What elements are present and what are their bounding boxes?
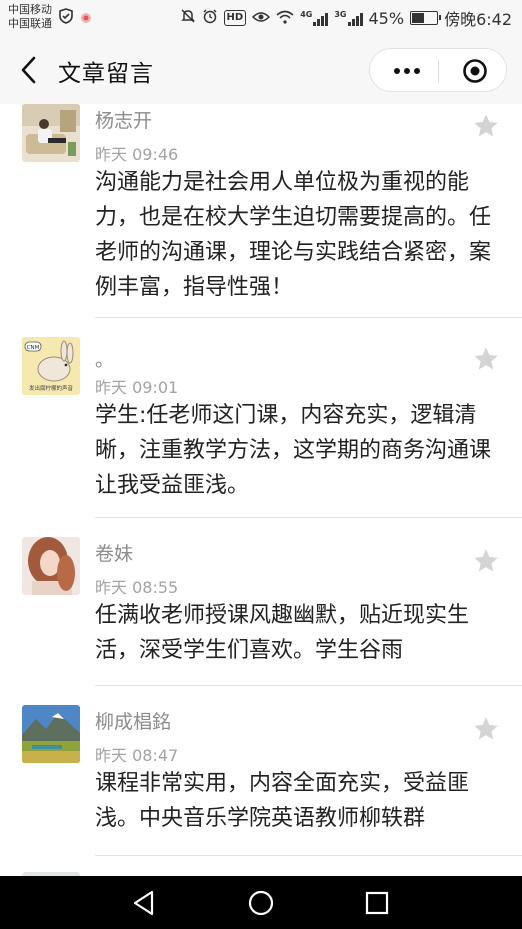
signal-icon-3g: 3G [334,10,363,26]
star-icon[interactable] [472,345,500,373]
carrier-2: 中国联通 [8,17,52,30]
star-icon[interactable] [472,715,500,743]
hd-icon: HD [223,10,247,26]
comment-item: 杨志开 昨天 09:46 沟通能力是社会用人单位极为重视的能力，也是在校大学生迫… [0,104,522,318]
more-dots-icon[interactable] [390,59,424,83]
comment-item: CNM 发出腐柠檬的声音 。 昨天 09:01 学生:任老师这门课，内容充实，逻… [0,337,522,519]
signal-icon-4g: 4G [300,10,329,26]
girl-portrait-avatar[interactable] [22,537,80,595]
capsule-divider [438,59,439,83]
star-icon[interactable] [472,112,500,140]
avatar-badge-text: CNM [27,345,40,351]
star-icon[interactable] [472,547,500,575]
comment-time: 昨天 09:01 [95,378,179,397]
divider [95,855,522,856]
square-recents-icon[interactable] [363,889,391,917]
mute-icon [180,8,196,28]
notification-icon [80,9,92,28]
comment-content: 课程非常实用，内容全面充实，受益匪浅。中央音乐学院英语教师柳轶群 [95,771,470,831]
comment-item: 卷妹 昨天 08:55 任满收老师授课风趣幽默，贴近现实生活，深受学生们喜欢。学… [0,537,522,687]
title-bar: 文章留言 [0,36,522,104]
target-icon[interactable] [462,58,488,84]
comment-time: 昨天 08:55 [95,578,179,597]
chevron-left-icon[interactable] [14,52,44,88]
battery-fill [412,13,424,23]
divider [95,685,522,686]
comment-content: 任满收老师授课风趣幽默，贴近现实生活，深受学生们喜欢。学生谷雨 [95,603,470,663]
circle-home-icon[interactable] [247,889,275,917]
carrier-info: 中国移动 中国联通 [8,3,52,31]
wifi-icon [276,9,294,28]
divider [95,317,522,318]
comment-nickname: 杨志开 [95,110,153,132]
system-navigation-bar [0,876,522,929]
network-4g-label: 4G [300,10,313,19]
status-bar: 中国移动 中国联通 HD 4G 3G 45% 傍晚6:42 [0,0,522,36]
landscape-avatar[interactable] [22,705,80,763]
comment-content: 学生:任老师这门课，内容充实，逻辑清晰，注重教学方法，这学期的商务沟通课让我受益… [95,403,492,498]
avatar-caption-text: 发出腐柠檬的声音 [29,384,74,392]
eye-icon [252,9,271,28]
comment-time: 昨天 08:47 [95,746,179,765]
alarm-icon [202,8,218,28]
comment-nickname: 柳成椙銘 [95,711,172,733]
comment-content: 沟通能力是社会用人单位极为重视的能力，也是在校大学生迫切需要提高的。任老师的沟通… [95,170,492,300]
battery-percent: 45% [368,8,405,28]
comment-nickname: 卷妹 [95,543,134,565]
rabbit-avatar[interactable]: CNM 发出腐柠檬的声音 [22,337,80,395]
person-reading-avatar[interactable] [22,104,80,162]
divider [95,517,522,518]
mini-program-capsule [369,48,507,92]
status-right-icons: HD 4G 3G 45% 傍晚6:42 [180,6,512,30]
status-left-icons [58,8,92,28]
comment-item: 柳成椙銘 昨天 08:47 课程非常实用，内容全面充实，受益匪浅。中央音乐学院英… [0,705,522,856]
comment-time: 昨天 09:46 [95,145,179,164]
comment-nickname: 。 [95,349,115,371]
clock: 傍晚6:42 [444,10,512,29]
triangle-back-icon[interactable] [130,889,158,917]
shield-icon [58,8,74,28]
network-3g-label: 3G [334,10,347,19]
battery-icon [410,11,442,25]
page-title: 文章留言 [58,61,154,87]
carrier-1: 中国移动 [8,3,52,16]
